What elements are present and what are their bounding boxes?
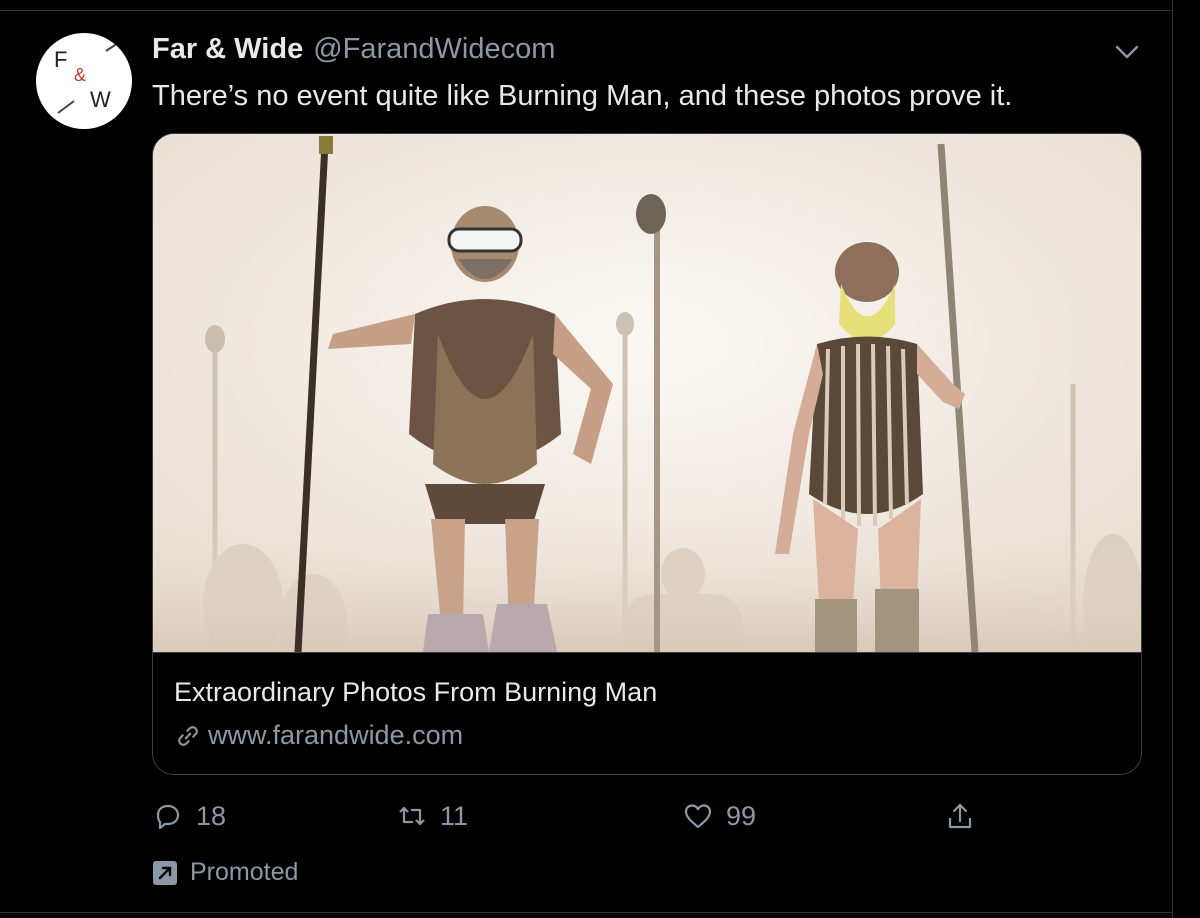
top-divider bbox=[0, 10, 1172, 11]
avatar-ampersand: & bbox=[74, 65, 86, 85]
like-icon bbox=[684, 804, 712, 829]
card-title[interactable]: Extraordinary Photos From Burning Man bbox=[174, 677, 657, 708]
promoted-label: Promoted bbox=[190, 858, 299, 886]
card-link-row[interactable]: www.farandwide.com bbox=[174, 720, 463, 751]
chevron-down-icon[interactable] bbox=[1112, 40, 1142, 64]
like-count: 99 bbox=[726, 800, 757, 831]
promoted-icon bbox=[153, 860, 177, 885]
link-icon bbox=[178, 725, 198, 746]
avatar[interactable]: F & W bbox=[36, 33, 132, 129]
reply-count: 18 bbox=[196, 800, 227, 831]
share-icon bbox=[948, 803, 972, 829]
card-image[interactable] bbox=[153, 134, 1141, 652]
share-button[interactable] bbox=[944, 798, 976, 834]
retweet-button[interactable]: 11 bbox=[396, 798, 468, 834]
like-button[interactable]: 99 bbox=[682, 798, 756, 834]
display-name[interactable]: Far & Wide bbox=[152, 33, 303, 66]
avatar-letter-f: F bbox=[54, 47, 67, 72]
tweet-header: Far & Wide @FarandWidecom bbox=[152, 33, 555, 73]
tweet-text: There’s no event quite like Burning Man,… bbox=[152, 80, 1013, 112]
link-card[interactable]: Extraordinary Photos From Burning Man ww… bbox=[152, 133, 1142, 775]
bottom-divider bbox=[0, 912, 1172, 913]
avatar-letter-w: W bbox=[90, 87, 111, 112]
retweet-count: 11 bbox=[440, 800, 469, 831]
card-domain: www.farandwide.com bbox=[208, 720, 464, 750]
promoted-indicator: Promoted bbox=[152, 858, 298, 887]
reply-button[interactable]: 18 bbox=[152, 798, 226, 834]
retweet-icon bbox=[399, 806, 425, 826]
reply-icon bbox=[156, 804, 180, 830]
timeline-border bbox=[1172, 0, 1173, 918]
handle[interactable]: @FarandWidecom bbox=[313, 33, 555, 66]
card-divider bbox=[153, 652, 1141, 653]
tweet-actions: 18 11 99 bbox=[0, 798, 1200, 834]
